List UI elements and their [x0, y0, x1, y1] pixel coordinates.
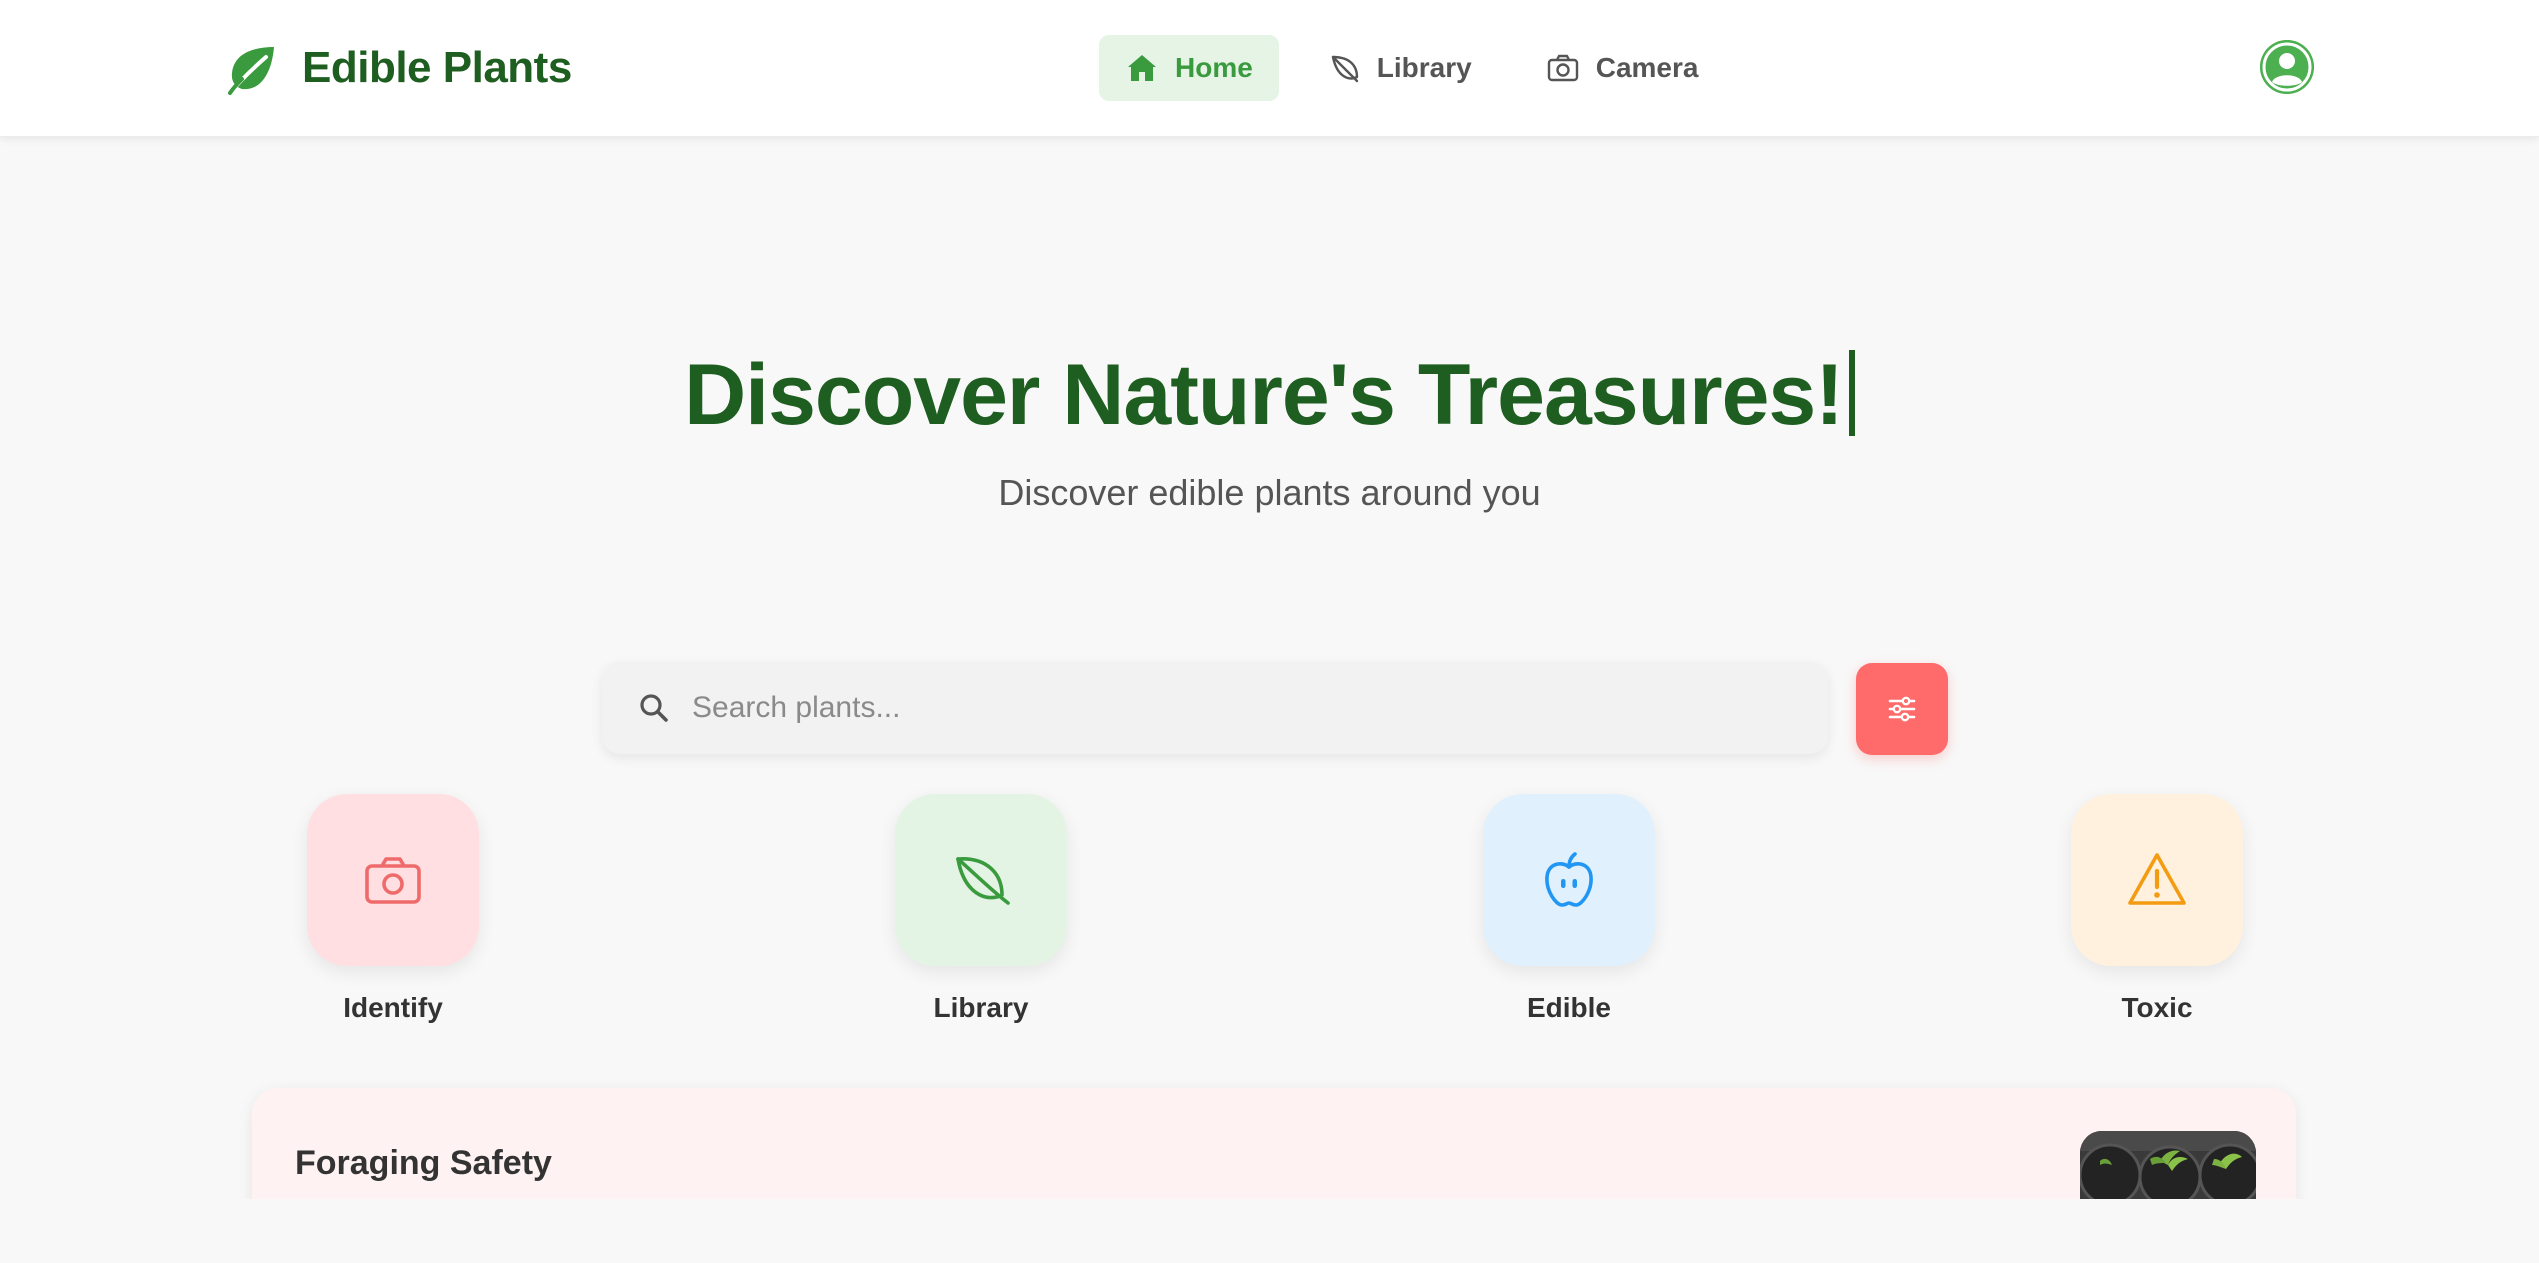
- leaf-icon: [228, 47, 274, 95]
- nav-item-label: Camera: [1595, 52, 1699, 83]
- search-input[interactable]: [692, 678, 1828, 738]
- quick-action-identify[interactable]: Identify: [304, 794, 482, 1024]
- card-title: Foraging Safety: [295, 1144, 552, 1182]
- nav-item-library[interactable]: Library: [1301, 35, 1498, 101]
- hero-title-text: Discover Nature's Treasures!: [684, 347, 1844, 443]
- viewport-bottom-edge: [0, 1199, 2539, 1263]
- nav-item-home[interactable]: Home: [1099, 35, 1279, 101]
- user-avatar-button[interactable]: [2260, 40, 2314, 94]
- quick-action-toxic[interactable]: Toxic: [2068, 794, 2246, 1024]
- camera-icon: [365, 857, 421, 904]
- quick-action-label: Edible: [1526, 992, 1611, 1023]
- quick-action-edible[interactable]: Edible: [1480, 794, 1658, 1024]
- home-icon: [1128, 55, 1156, 81]
- nav-item-label: Home: [1175, 52, 1253, 83]
- quick-action-label: Library: [933, 992, 1029, 1023]
- warning-icon: [2128, 853, 2186, 905]
- apple-icon: [1545, 852, 1593, 907]
- brand-logo-link[interactable]: Edible Plants: [226, 40, 572, 96]
- quick-action-tile: [2071, 794, 2243, 966]
- main-nav: Home Library Camera: [1099, 35, 1724, 101]
- quick-action-tile: [1483, 794, 1655, 966]
- search-icon: [640, 694, 668, 722]
- nav-item-camera[interactable]: Camera: [1520, 35, 1725, 101]
- leaf-icon: [956, 857, 1010, 905]
- quick-action-tile: [307, 794, 479, 966]
- user-circle-icon: [2260, 40, 2314, 94]
- quick-action-label: Identify: [343, 992, 443, 1023]
- camera-icon: [1547, 54, 1578, 82]
- page: Edible Plants Home Library Camera Discov…: [0, 0, 2539, 1263]
- sliders-icon: [1888, 696, 1916, 722]
- leaf-outline-icon: [1331, 55, 1358, 83]
- hero-subtitle: Discover edible plants around you: [998, 472, 1541, 513]
- search-bar: [602, 662, 1828, 754]
- quick-action-tile: [895, 794, 1067, 966]
- quick-action-label: Toxic: [2121, 992, 2193, 1023]
- quick-action-library[interactable]: Library: [892, 794, 1070, 1024]
- brand-name: Edible Plants: [302, 43, 572, 92]
- top-navbar: Edible Plants Home Library Camera: [0, 0, 2539, 137]
- typing-cursor: [1848, 350, 1855, 436]
- nav-item-label: Library: [1376, 52, 1472, 83]
- hero-title: Discover Nature's Treasures!: [0, 340, 2539, 450]
- filter-button[interactable]: [1856, 663, 1948, 755]
